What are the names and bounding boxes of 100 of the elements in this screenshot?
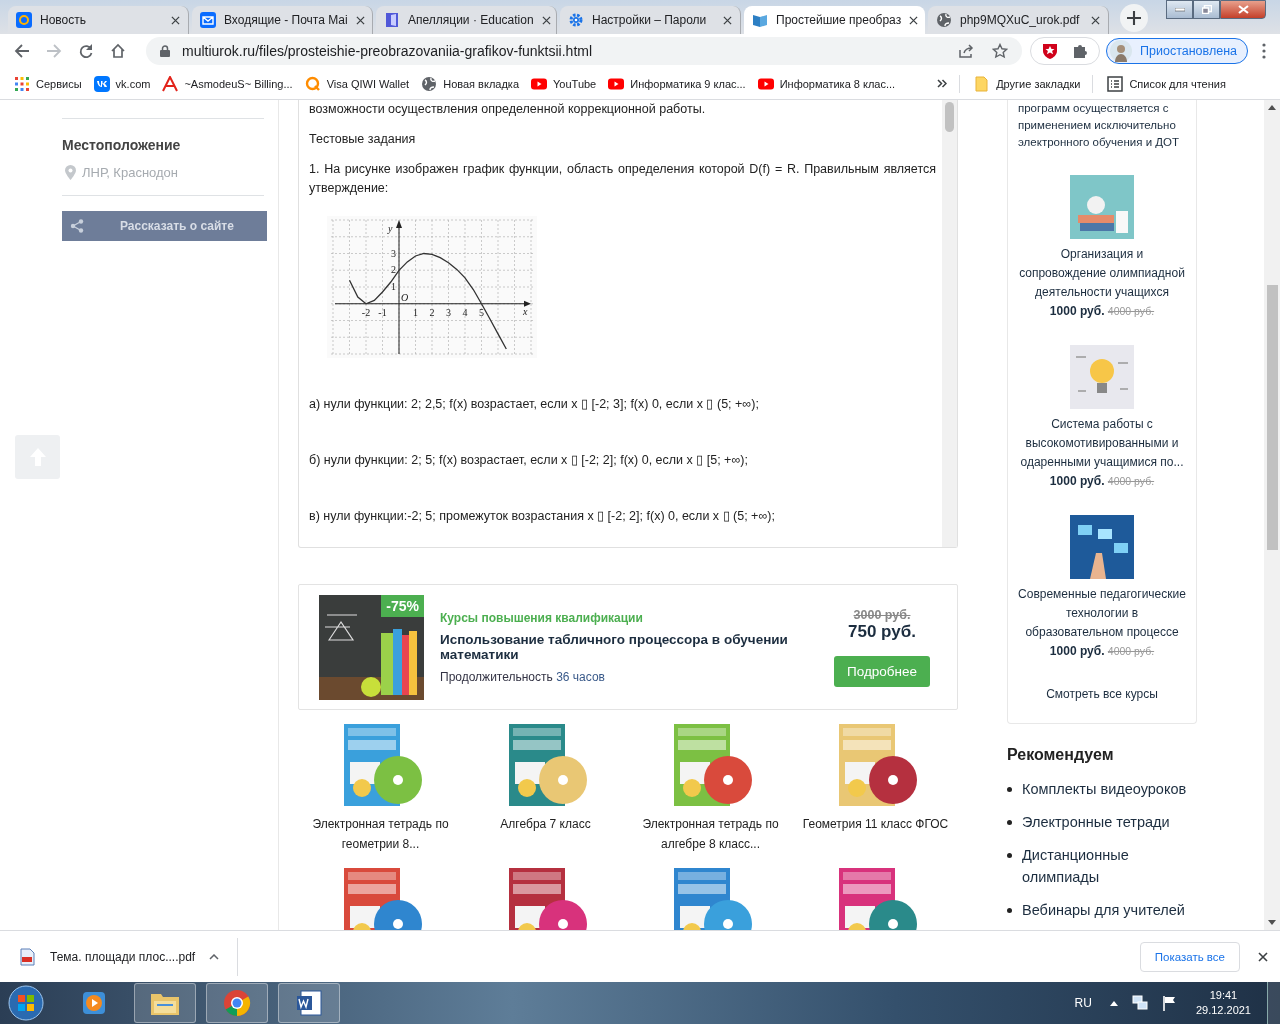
- maximize-button[interactable]: [1193, 0, 1220, 19]
- close-window-button[interactable]: [1220, 0, 1266, 19]
- lock-icon: [160, 45, 170, 57]
- pdf-file-icon: [20, 947, 36, 966]
- browser-tab[interactable]: Новость: [8, 6, 189, 34]
- bookmark-folder[interactable]: Другие закладки: [974, 75, 1081, 92]
- reading-list-button[interactable]: Список для чтения: [1107, 75, 1226, 92]
- minimize-button[interactable]: [1166, 0, 1193, 19]
- answer-option: б) нули функции: 2; 5; f(x) возрастает, если x ▯ [-2; 2]; f(x) 0, если x ▯ [5; +∞);: [309, 451, 936, 469]
- home-icon[interactable]: [110, 43, 126, 59]
- tick-label: 3: [391, 247, 396, 259]
- recommend-link[interactable]: Вебинары для учителей: [1022, 899, 1185, 921]
- bookmark[interactable]: Информатика 9 клас...: [608, 75, 746, 92]
- menu-icon[interactable]: [1262, 43, 1266, 59]
- show-desktop-button[interactable]: [1267, 982, 1280, 1024]
- paragraph: Тестовые задания: [309, 131, 417, 148]
- close-icon[interactable]: [541, 15, 551, 25]
- map-pin-icon: [65, 165, 76, 180]
- price: 1000 руб.: [1049, 644, 1105, 658]
- triangle-logo-icon: [162, 75, 179, 92]
- old-price: 4000 руб.: [1107, 645, 1155, 657]
- all-courses-link[interactable]: Смотреть все курсы: [1018, 687, 1186, 701]
- show-all-button[interactable]: Показать все: [1139, 941, 1240, 972]
- browser-tab[interactable]: Настройки – Пароли: [560, 6, 741, 34]
- start-button[interactable]: [8, 985, 44, 1021]
- taskbar-app[interactable]: [206, 983, 268, 1023]
- browser-tab[interactable]: Входящие - Почта Mai: [192, 6, 373, 34]
- puzzle-icon[interactable]: [1071, 42, 1090, 60]
- product-title[interactable]: Электронная тетрадь по геометрии 8...: [305, 814, 456, 854]
- taskbar-app[interactable]: [134, 983, 196, 1023]
- back-icon[interactable]: [14, 43, 30, 59]
- course-title[interactable]: Современные педагогические технологии в образовательном процессе: [1018, 585, 1186, 642]
- close-icon[interactable]: [171, 15, 180, 25]
- browser-tab[interactable]: Апелляции · Education: [376, 6, 557, 34]
- door-icon: [384, 12, 400, 28]
- profile-button[interactable]: Приостановлена: [1106, 38, 1248, 64]
- recommend-link[interactable]: Электронные тетради: [1022, 811, 1170, 833]
- bookmark[interactable]: vk.com: [93, 75, 151, 92]
- gear-icon: [568, 12, 584, 28]
- tick-label: 1: [413, 306, 418, 318]
- course-title[interactable]: Система работы с высокомотивированными и одаренными учащимися по...: [1018, 415, 1186, 472]
- address-bar[interactable]: multiurok.ru/files/prosteishie-preobrazovaniia-grafikov-funktsii.html: [146, 37, 1023, 65]
- taskbar-app[interactable]: [278, 983, 340, 1023]
- circle-logo-icon: [304, 75, 321, 92]
- apps-icon: [14, 75, 30, 92]
- clock-date[interactable]: 29.12.2021: [1195, 1003, 1251, 1018]
- answer-option: а) нули функции: 2; 2,5; f(x) возрастает, если x ▯ [-2; 3]; f(x) 0, если x ▯ (5; +∞);: [309, 395, 936, 413]
- caret-icon: [209, 953, 220, 960]
- tray-arrow-icon[interactable]: [1109, 1000, 1118, 1006]
- globe-icon: [421, 75, 438, 92]
- product-title[interactable]: Алгебра 7 класс: [470, 814, 621, 854]
- recommend-link[interactable]: Комплекты видеоуроков: [1022, 778, 1187, 800]
- close-icon[interactable]: [355, 15, 365, 25]
- network-icon[interactable]: [1131, 995, 1148, 1011]
- browser-tab[interactable]: php9MQXuC_urok.pdf: [928, 6, 1109, 34]
- old-price: 3000 руб.: [853, 607, 911, 622]
- browser-tab[interactable]: Простейшие преобраз: [744, 6, 925, 34]
- new-tab-button[interactable]: [1120, 4, 1148, 32]
- vk-icon: [93, 75, 110, 92]
- scrollbar-thumb[interactable]: [1266, 285, 1278, 550]
- course-title[interactable]: Организация и сопровождение олимпиадной деятельности учащихся: [1018, 245, 1186, 302]
- close-icon[interactable]: [1091, 15, 1100, 25]
- bookmark[interactable]: Новая вкладка: [421, 75, 519, 92]
- share-icon[interactable]: [958, 43, 975, 59]
- language-indicator[interactable]: RU: [1074, 996, 1092, 1010]
- close-icon[interactable]: [909, 15, 919, 25]
- list-icon: [1107, 75, 1124, 92]
- share-icon: [70, 219, 84, 233]
- reload-icon[interactable]: [78, 43, 94, 59]
- chevron-icon[interactable]: [937, 79, 948, 88]
- duration-value: 36 часов: [556, 669, 605, 684]
- book-icon: [752, 12, 768, 28]
- tick-label: 1: [391, 281, 396, 292]
- flag-icon[interactable]: [1161, 995, 1176, 1011]
- bookmark[interactable]: YouTube: [531, 75, 597, 92]
- recommend-link[interactable]: Дистанционные олимпиады: [1022, 844, 1197, 888]
- bookmark[interactable]: Visa QIWI Wallet: [304, 75, 410, 92]
- bookmark[interactable]: Сервисы: [14, 75, 82, 92]
- scroll-down-icon[interactable]: [1268, 920, 1276, 925]
- tick-label: -1: [378, 306, 387, 318]
- origin-label: O: [401, 291, 409, 303]
- old-price: 4000 руб.: [1107, 475, 1155, 487]
- price: 1000 руб.: [1049, 474, 1105, 488]
- clock-time[interactable]: 19:41: [1209, 988, 1238, 1003]
- tick-label: -2: [361, 306, 371, 318]
- course-title[interactable]: Использование табличного процессора в обучении математики: [440, 631, 811, 662]
- section-heading: Местоположение: [62, 137, 182, 153]
- close-icon[interactable]: [723, 15, 732, 25]
- scroll-up-icon[interactable]: [1268, 105, 1276, 110]
- bullet-icon: [1007, 820, 1012, 825]
- shield-icon[interactable]: [1041, 42, 1060, 60]
- bookmark[interactable]: Информатика 8 клас...: [757, 75, 896, 92]
- chrome-icon: [223, 989, 251, 1017]
- bookmark[interactable]: ~AsmodeuS~ Billing...: [162, 75, 293, 92]
- scrollbar-thumb[interactable]: [945, 102, 954, 132]
- product-title[interactable]: Электронная тетрадь по алгебре 8 класс...: [635, 814, 786, 854]
- close-icon[interactable]: [1258, 951, 1268, 962]
- product-title[interactable]: Геометрия 11 класс ФГОС: [800, 814, 951, 854]
- download-item[interactable]: Тема. площади плос....pdf: [20, 937, 239, 976]
- star-icon[interactable]: [992, 43, 1009, 59]
